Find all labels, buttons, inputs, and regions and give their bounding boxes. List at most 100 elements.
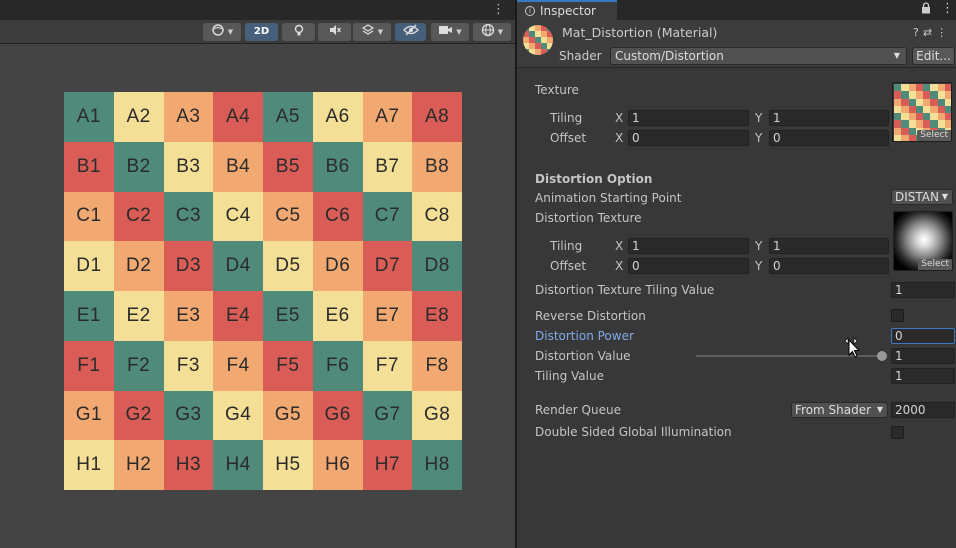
grid-cell-b3: B3 <box>163 141 214 192</box>
reverse-distortion-checkbox[interactable] <box>891 309 904 322</box>
grid-cell-g4: G4 <box>213 390 263 441</box>
edit-shader-button[interactable]: Edit... <box>912 47 955 65</box>
texture-tiling-label: Tiling <box>550 111 583 125</box>
thumbnail-swatch <box>901 91 909 99</box>
thumbnail-swatch <box>894 91 902 99</box>
texture-tiling-x-field[interactable]: 1 <box>628 110 749 126</box>
sphere-icon <box>212 24 224 36</box>
light-bulb-icon <box>294 24 303 36</box>
audio-toggle[interactable] <box>318 23 351 41</box>
grid-cell-f6: F6 <box>312 340 363 391</box>
distortion-tiling-y-field[interactable]: 1 <box>769 238 889 254</box>
chevron-down-icon: ▼ <box>497 28 504 36</box>
thumbnail-swatch <box>944 113 951 121</box>
distortion-offset-label: Offset <box>550 259 587 273</box>
distortion-power-field[interactable]: 0 <box>891 328 955 344</box>
thumbnail-swatch <box>894 127 902 135</box>
help-icon[interactable]: ? <box>913 26 923 39</box>
mode-2d-toggle[interactable]: 2D <box>245 23 278 41</box>
grid-cell-b5: B5 <box>263 141 313 192</box>
scene-menu-icon[interactable]: ⋮ <box>492 1 505 19</box>
grid-cell-e4: E4 <box>213 291 263 341</box>
tiling-value-field[interactable]: 1 <box>891 368 955 384</box>
thumbnail-swatch <box>937 113 945 121</box>
eye-slash-icon <box>402 24 419 36</box>
thumbnail-swatch <box>908 105 916 113</box>
more-icon[interactable]: ⋮ <box>936 26 951 39</box>
grid-cell-b4: B4 <box>213 141 263 192</box>
axis-x-label: X <box>615 259 624 273</box>
distortion-value-field[interactable]: 1 <box>891 348 955 364</box>
grid-cell-h3: H3 <box>163 440 214 490</box>
resize-cursor-icon <box>844 337 860 358</box>
shader-dropdown[interactable]: Custom/Distortion ▼ <box>610 47 907 65</box>
inspector-tab-bar: i Inspector ⋮ <box>517 0 956 20</box>
grid-cell-f4: F4 <box>213 340 263 391</box>
hidden-objects-toggle[interactable] <box>395 23 426 41</box>
distortion-offset-x-field[interactable]: 0 <box>628 258 749 274</box>
lock-icon[interactable] <box>921 2 931 17</box>
grid-cell-g8: G8 <box>412 390 462 441</box>
main-texture-slot[interactable]: Select <box>892 82 952 142</box>
anim-start-value: DISTAN <box>895 190 939 204</box>
material-preview-icon <box>523 25 553 55</box>
texture-offset-x-field[interactable]: 0 <box>628 130 749 146</box>
tab-inspector[interactable]: i Inspector <box>517 0 617 20</box>
distortion-value-slider-thumb[interactable] <box>877 351 887 361</box>
axis-y-label: Y <box>755 259 763 273</box>
texture-label: Texture <box>535 83 579 97</box>
thumbnail-swatch <box>901 84 909 92</box>
grid-cell-b7: B7 <box>362 141 413 192</box>
texture-offset-label: Offset <box>550 131 587 145</box>
distortion-offset-y-field[interactable]: 0 <box>769 258 889 274</box>
distortion-tex-tiling-value-field[interactable]: 1 <box>891 282 955 298</box>
texture-tiling-y-field[interactable]: 1 <box>769 110 889 126</box>
thumbnail-swatch <box>908 113 916 121</box>
chevron-down-icon: ▼ <box>377 28 384 36</box>
thumbnail-swatch <box>894 84 902 92</box>
thumbnail-swatch <box>937 120 945 128</box>
grid-cell-a6: A6 <box>312 92 363 142</box>
grid-cell-c4: C4 <box>213 191 263 242</box>
thumbnail-swatch <box>944 91 951 99</box>
render-queue-field[interactable]: 2000 <box>891 402 955 418</box>
material-swatch <box>547 49 553 55</box>
thumbnail-swatch <box>894 113 902 121</box>
distortion-tiling-x-field[interactable]: 1 <box>628 238 749 254</box>
camera-settings-button[interactable]: ▼ <box>431 23 469 41</box>
distortion-tiling-label: Tiling <box>550 239 583 253</box>
inspector-menu-icon[interactable]: ⋮ <box>941 1 954 16</box>
gizmos-button[interactable]: ▼ <box>473 23 511 41</box>
thumbnail-swatch <box>937 98 945 106</box>
thumbnail-swatch <box>901 105 909 113</box>
thumbnail-swatch <box>894 134 902 141</box>
lighting-toggle[interactable] <box>282 23 315 41</box>
grid-cell-e7: E7 <box>362 291 413 341</box>
grid-cell-h4: H4 <box>213 440 263 490</box>
shading-mode-button[interactable]: ▼ <box>203 23 241 41</box>
grid-cell-f2: F2 <box>113 340 164 391</box>
thumbnail-swatch <box>930 120 938 128</box>
thumbnail-swatch <box>923 91 931 99</box>
scene-view[interactable]: ⋮ ▼ 2D ▼ ▼ ▼ A1 A2 A3 A4 A5 A6 A7 A8 B1 B2 B3 B4 B5 B… <box>0 0 515 548</box>
distortion-value-label: Distortion Value <box>535 349 631 363</box>
grid-cell-a5: A5 <box>263 92 313 142</box>
distortion-texture-select-button[interactable]: Select <box>918 259 952 270</box>
grid-cell-f7: F7 <box>362 340 413 391</box>
double-sided-gi-checkbox[interactable] <box>891 426 904 439</box>
distortion-texture-slot[interactable]: Select <box>893 211 953 271</box>
grid-cell-c6: C6 <box>312 191 363 242</box>
texture-select-button[interactable]: Select <box>917 130 951 141</box>
anim-start-dropdown[interactable]: DISTAN ▼ <box>891 189 953 205</box>
grid-cell-a4: A4 <box>213 92 263 142</box>
grid-cell-g2: G2 <box>113 390 164 441</box>
thumbnail-swatch <box>915 98 923 106</box>
settings-sliders-icon[interactable]: ⇄ <box>923 26 936 39</box>
render-queue-dropdown[interactable]: From Shader ▼ <box>791 402 888 418</box>
grid-cell-c2: C2 <box>113 191 164 242</box>
axis-x-label: X <box>615 111 624 125</box>
effects-toggle[interactable]: ▼ <box>353 23 391 41</box>
grid-cell-c3: C3 <box>163 191 214 242</box>
texture-offset-y-field[interactable]: 0 <box>769 130 889 146</box>
grid-cell-c8: C8 <box>412 191 462 242</box>
